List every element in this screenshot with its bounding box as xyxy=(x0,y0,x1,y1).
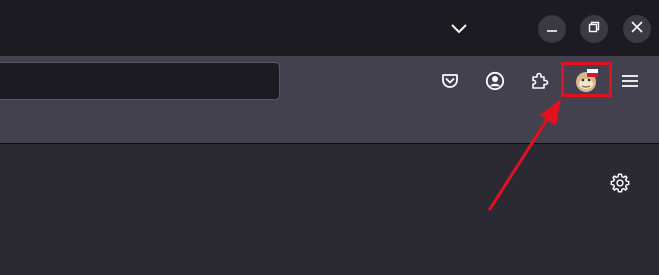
annotation-arrow xyxy=(488,99,561,211)
